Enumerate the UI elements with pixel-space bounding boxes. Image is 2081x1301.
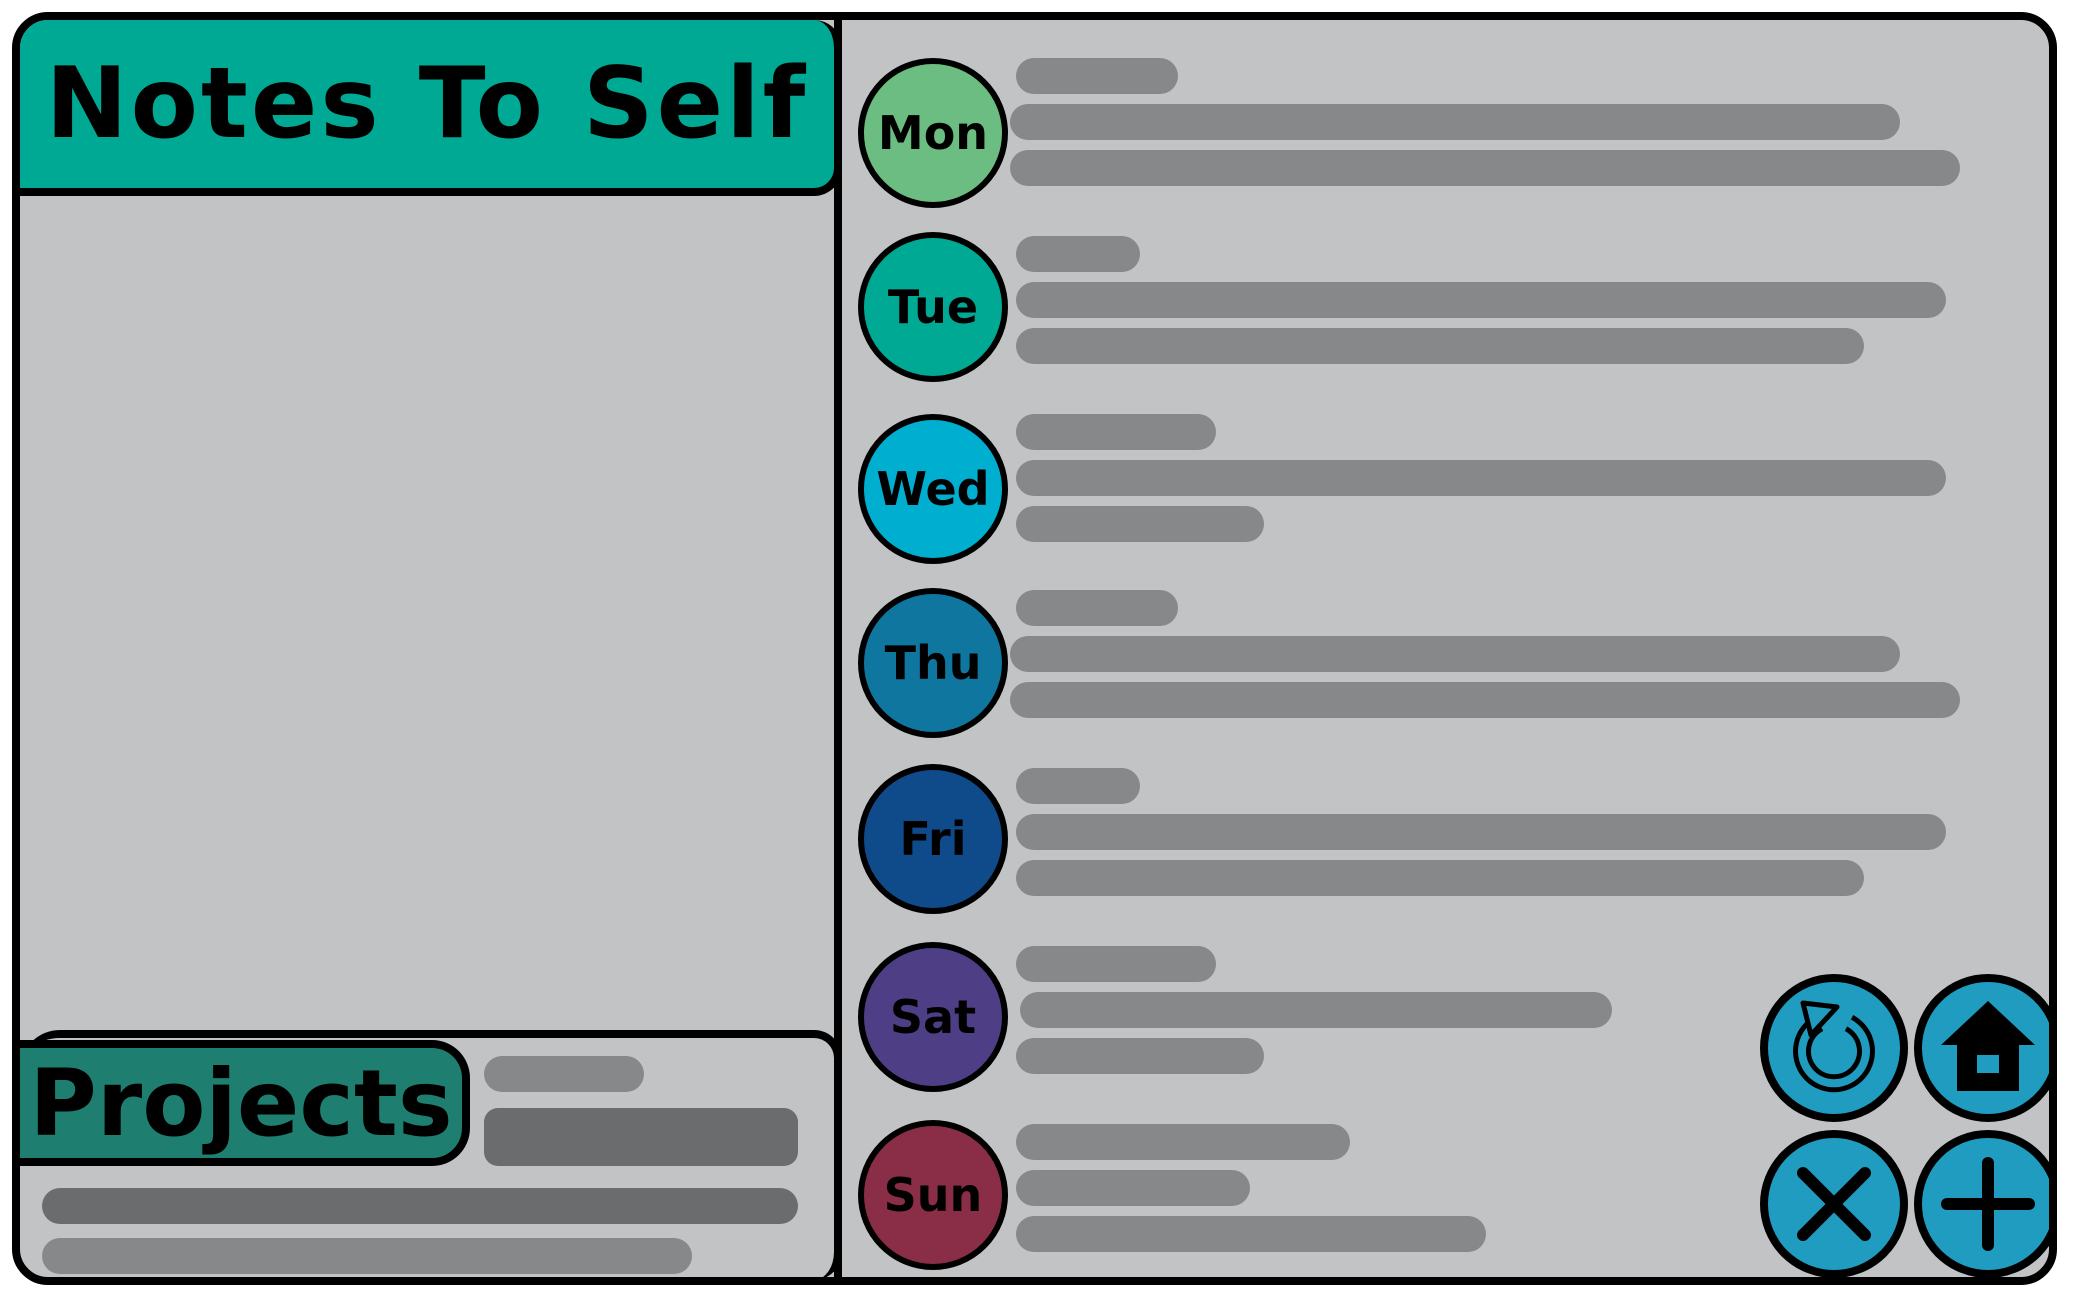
note-placeholder-line <box>1016 506 1264 542</box>
note-placeholder-line <box>1016 236 1140 272</box>
note-placeholder-line <box>1016 768 1140 804</box>
day-button-tue[interactable]: Tue <box>858 232 1008 382</box>
plus-icon <box>1941 1157 2035 1251</box>
note-placeholder-line <box>1010 104 1900 140</box>
note-placeholder-line <box>1016 860 1864 896</box>
projects-placeholder-line <box>42 1238 692 1274</box>
close-button[interactable] <box>1760 1130 1908 1277</box>
note-placeholder-line <box>1016 946 1216 982</box>
note-placeholder-line <box>1016 58 1178 94</box>
projects-placeholder-line <box>42 1188 798 1224</box>
projects-placeholder-block <box>484 1108 798 1166</box>
day-button-wed[interactable]: Wed <box>858 414 1008 564</box>
note-placeholder-line <box>1016 1124 1350 1160</box>
add-button[interactable] <box>1914 1130 2049 1277</box>
day-button-sun[interactable]: Sun <box>858 1120 1008 1270</box>
note-placeholder-line <box>1016 1170 1250 1206</box>
home-button[interactable] <box>1914 974 2049 1122</box>
note-placeholder-line <box>1016 328 1864 364</box>
refresh-icon <box>1793 1000 1875 1093</box>
note-placeholder-line <box>1016 1216 1486 1252</box>
day-button-thu[interactable]: Thu <box>858 588 1008 738</box>
page-title: Notes To Self <box>20 20 842 196</box>
note-placeholder-line <box>1016 814 1946 850</box>
app-window: Notes To Self Projects Mon Tue Wed Thu Fri Sa… <box>12 12 2057 1285</box>
projects-placeholder-line <box>484 1056 644 1092</box>
note-placeholder-line <box>1020 992 1612 1028</box>
note-placeholder-line <box>1010 150 1960 186</box>
note-placeholder-line <box>1010 636 1900 672</box>
note-placeholder-line <box>1016 590 1178 626</box>
home-icon <box>1941 1001 2035 1091</box>
day-button-mon[interactable]: Mon <box>858 58 1008 208</box>
refresh-button[interactable] <box>1760 974 1908 1122</box>
note-placeholder-line <box>1016 460 1946 496</box>
close-icon <box>1797 1167 1871 1241</box>
note-placeholder-line <box>1016 414 1216 450</box>
note-placeholder-line <box>1016 282 1946 318</box>
note-placeholder-line <box>1016 1038 1264 1074</box>
day-button-sat[interactable]: Sat <box>858 942 1008 1092</box>
projects-tab[interactable]: Projects <box>20 1040 470 1166</box>
note-placeholder-line <box>1010 682 1960 718</box>
day-button-fri[interactable]: Fri <box>858 764 1008 914</box>
